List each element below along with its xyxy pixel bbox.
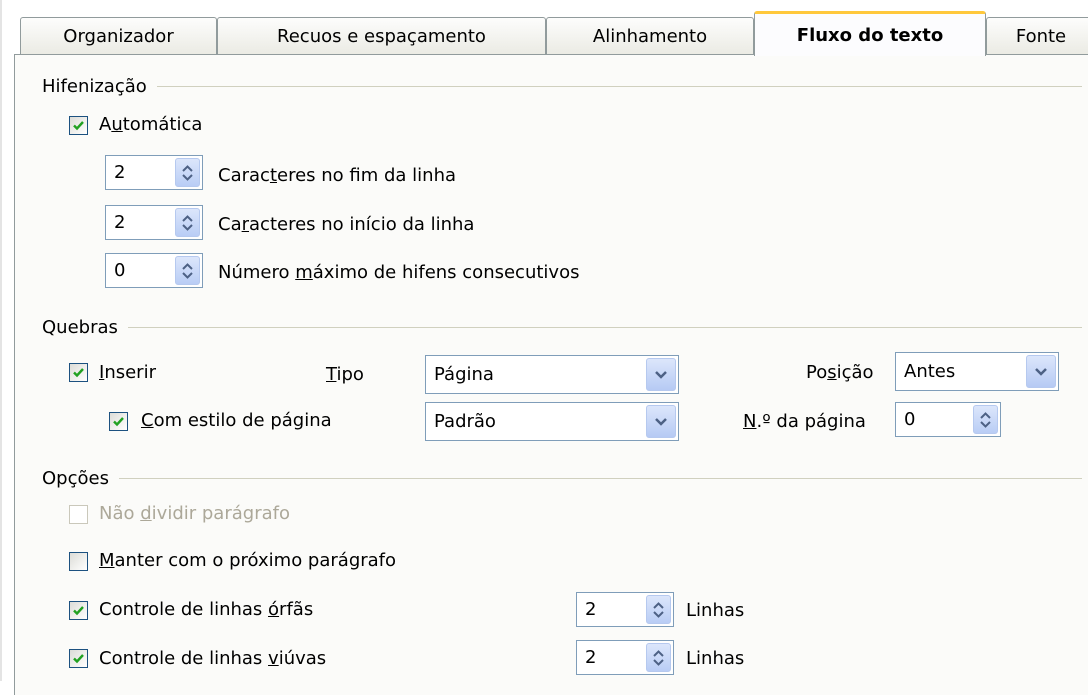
spinner-value[interactable]: 0 — [904, 409, 915, 430]
tab-text-flow[interactable]: Fluxo do texto — [754, 11, 986, 56]
keep-with-next-label[interactable]: Manter com o próximo parágrafo — [99, 550, 396, 571]
keep-with-next-checkbox[interactable] — [69, 552, 88, 571]
page-style-dropdown[interactable]: Padrão — [425, 402, 679, 441]
spinner-value[interactable]: 2 — [114, 162, 125, 183]
dropdown-value: Padrão — [434, 411, 496, 432]
orphan-control-label[interactable]: Controle de linhas órfãs — [99, 599, 313, 620]
spin-arrows-icon[interactable] — [973, 405, 998, 434]
chars-end-label: Caracteres no fim da linha — [218, 165, 457, 186]
tab-label: Fluxo do texto — [796, 24, 944, 46]
dont-split-checkbox[interactable] — [69, 505, 88, 524]
break-type-dropdown[interactable]: Página — [425, 355, 679, 394]
spin-arrows-icon[interactable] — [175, 208, 200, 237]
separator — [156, 86, 1082, 87]
widow-lines-unit: Linhas — [686, 648, 745, 669]
page-number-label: N.º da página — [743, 411, 866, 432]
check-icon — [73, 121, 84, 131]
insert-break-label[interactable]: Inserir — [99, 362, 156, 383]
check-icon — [113, 417, 124, 427]
separator — [118, 478, 1082, 479]
options-section-header: Opções — [42, 468, 1082, 489]
spin-arrows-icon[interactable] — [646, 595, 671, 624]
max-hyphens-label: Número máximo de hifens consecutivos — [218, 262, 580, 283]
orphan-control-checkbox[interactable] — [69, 601, 88, 620]
tab-alignment[interactable]: Alinhamento — [546, 17, 754, 54]
section-title: Hifenização — [42, 76, 147, 97]
chars-start-spinner[interactable]: 2 — [105, 205, 203, 240]
dropdown-value: Página — [434, 364, 494, 385]
check-icon — [73, 368, 84, 378]
separator — [127, 327, 1082, 328]
widow-control-label[interactable]: Controle de linhas viúvas — [99, 648, 326, 669]
section-title: Opções — [42, 468, 109, 489]
tab-label: Recuos e espaçamento — [277, 25, 486, 47]
tab-label: Fonte — [1015, 25, 1067, 47]
page-style-label[interactable]: Com estilo de página — [141, 410, 332, 431]
check-icon — [73, 654, 84, 664]
spin-arrows-icon[interactable] — [175, 256, 200, 285]
tab-label: Alinhamento — [592, 25, 708, 47]
insert-break-checkbox[interactable] — [69, 363, 88, 382]
chars-end-spinner[interactable]: 2 — [105, 155, 203, 190]
chevron-down-icon[interactable] — [646, 405, 676, 438]
chars-start-label: Caracteres no início da linha — [218, 214, 475, 235]
spinner-value[interactable]: 2 — [585, 647, 596, 668]
spin-arrows-icon[interactable] — [175, 158, 200, 187]
max-hyphens-spinner[interactable]: 0 — [105, 253, 203, 288]
spinner-value[interactable]: 2 — [114, 212, 125, 233]
chevron-down-icon[interactable] — [1026, 355, 1056, 388]
break-position-label: Posição — [806, 362, 874, 383]
tab-label: Organizador — [63, 25, 174, 47]
break-position-dropdown[interactable]: Antes — [895, 352, 1059, 391]
dropdown-value: Antes — [904, 361, 956, 382]
spin-arrows-icon[interactable] — [646, 643, 671, 672]
automatic-checkbox[interactable] — [69, 116, 88, 135]
tab-font[interactable]: Fonte — [986, 17, 1088, 54]
break-type-label: Tipo — [326, 364, 364, 385]
orphan-lines-spinner[interactable]: 2 — [576, 592, 674, 627]
chevron-down-icon[interactable] — [646, 358, 676, 391]
page-number-spinner[interactable]: 0 — [895, 402, 1001, 437]
breaks-section-header: Quebras — [42, 317, 1082, 338]
check-icon — [73, 606, 84, 616]
page-style-checkbox[interactable] — [109, 412, 128, 431]
hyphenation-section-header: Hifenização — [42, 76, 1082, 97]
automatic-label[interactable]: Automática — [99, 114, 202, 135]
section-title: Quebras — [42, 317, 118, 338]
tab-organizer[interactable]: Organizador — [20, 17, 217, 54]
window-edge — [0, 0, 2, 681]
dont-split-label: Não dividir parágrafo — [99, 503, 290, 524]
orphan-lines-unit: Linhas — [686, 600, 745, 621]
widow-control-checkbox[interactable] — [69, 649, 88, 668]
spinner-value[interactable]: 0 — [114, 260, 125, 281]
tab-indents-spacing[interactable]: Recuos e espaçamento — [217, 17, 546, 54]
widow-lines-spinner[interactable]: 2 — [576, 640, 674, 675]
spinner-value[interactable]: 2 — [585, 599, 596, 620]
